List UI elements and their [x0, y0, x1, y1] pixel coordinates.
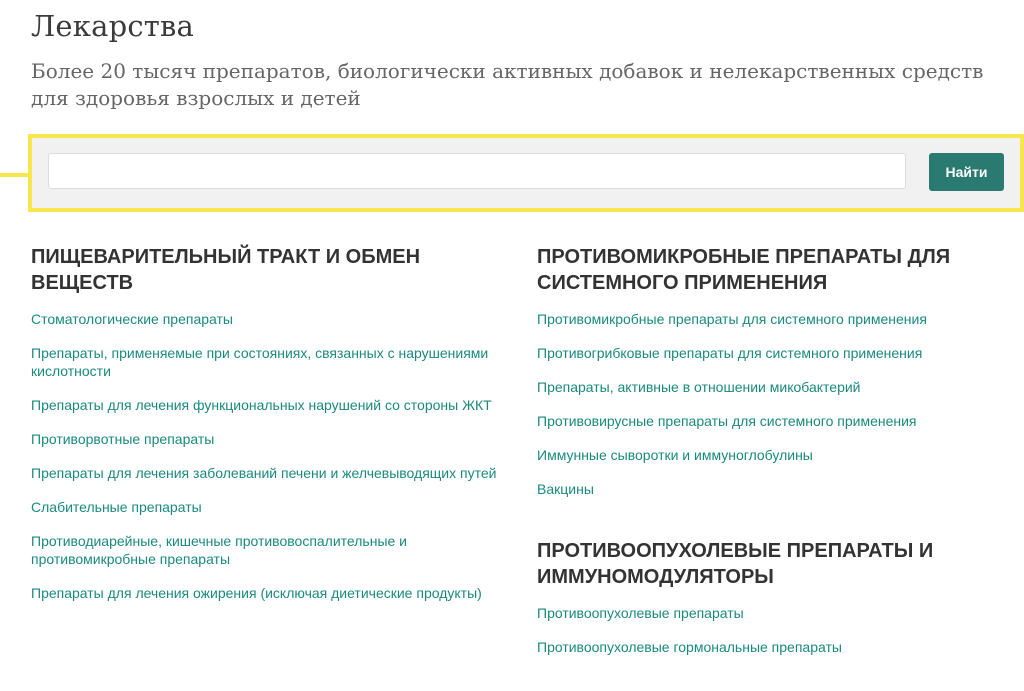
category-link[interactable]: Препараты, активные в отношении микобакт… [537, 379, 861, 395]
page-title: Лекарства [31, 9, 195, 43]
category-link[interactable]: Противоопухолевые гормональные препараты [537, 639, 842, 655]
category-list: Противоопухолевые препараты Противоопухо… [537, 604, 987, 656]
list-item: Препараты для лечения заболеваний печени… [31, 464, 501, 482]
category-link[interactable]: Препараты, применяемые при состояниях, с… [31, 345, 488, 379]
category-block-antimicrobial: ПРОТИВОМИКРОБНЫЕ ПРЕПАРАТЫ ДЛЯ СИСТЕМНОГ… [537, 244, 987, 498]
search-panel: Найти [28, 134, 1024, 212]
category-block-digestive: ПИЩЕВАРИТЕЛЬНЫЙ ТРАКТ И ОБМЕН ВЕЩЕСТВ Ст… [31, 244, 501, 602]
category-link[interactable]: Противодиарейные, кишечные противовоспал… [31, 533, 407, 567]
list-item: Препараты для лечения функциональных нар… [31, 396, 501, 414]
category-link[interactable]: Иммунные сыворотки и иммуноглобулины [537, 447, 813, 463]
category-link[interactable]: Вакцины [537, 481, 594, 497]
list-item: Препараты, применяемые при состояниях, с… [31, 344, 501, 380]
category-list: Стоматологические препараты Препараты, п… [31, 310, 501, 602]
category-list: Противомикробные препараты для системног… [537, 310, 987, 498]
list-item: Иммунные сыворотки и иммуноглобулины [537, 446, 987, 464]
list-item: Противовирусные препараты для системного… [537, 412, 987, 430]
category-link[interactable]: Препараты для лечения заболеваний печени… [31, 465, 496, 481]
category-link[interactable]: Препараты для лечения функциональных нар… [31, 397, 492, 413]
category-block-antineoplastic: ПРОТИВООПУХОЛЕВЫЕ ПРЕПАРАТЫ И ИММУНОМОДУ… [537, 538, 987, 656]
category-title: ПИЩЕВАРИТЕЛЬНЫЙ ТРАКТ И ОБМЕН ВЕЩЕСТВ [31, 246, 421, 294]
list-item: Противоопухолевые препараты [537, 604, 987, 622]
list-item: Противодиарейные, кишечные противовоспал… [31, 532, 501, 568]
list-item: Стоматологические препараты [31, 310, 501, 328]
category-link[interactable]: Противовирусные препараты для системного… [537, 413, 917, 429]
list-item: Противомикробные препараты для системног… [537, 310, 987, 328]
category-link[interactable]: Противомикробные препараты для системног… [537, 311, 927, 327]
list-item: Препараты, активные в отношении микобакт… [537, 378, 987, 396]
category-column-right: ПРОТИВОМИКРОБНЫЕ ПРЕПАРАТЫ ДЛЯ СИСТЕМНОГ… [537, 244, 987, 672]
list-item: Противогрибковые препараты для системног… [537, 344, 987, 362]
category-link[interactable]: Противорвотные препараты [31, 431, 214, 447]
list-item: Вакцины [537, 480, 987, 498]
category-column-left: ПИЩЕВАРИТЕЛЬНЫЙ ТРАКТ И ОБМЕН ВЕЩЕСТВ Ст… [31, 244, 501, 618]
list-item: Противорвотные препараты [31, 430, 501, 448]
page-subtitle: Более 20 тысяч препаратов, биологически … [31, 59, 984, 110]
search-input[interactable] [48, 153, 906, 189]
category-link[interactable]: Противоопухолевые препараты [537, 605, 744, 621]
category-link[interactable]: Слабительные препараты [31, 499, 202, 515]
list-item: Препараты для лечения ожирения (исключая… [31, 584, 501, 602]
list-item: Противоопухолевые гормональные препараты [537, 638, 987, 656]
accent-line [0, 173, 30, 177]
category-link[interactable]: Противогрибковые препараты для системног… [537, 345, 922, 361]
search-button[interactable]: Найти [929, 153, 1004, 191]
category-title: ПРОТИВООПУХОЛЕВЫЕ ПРЕПАРАТЫ И ИММУНОМОДУ… [537, 540, 934, 588]
category-title: ПРОТИВОМИКРОБНЫЕ ПРЕПАРАТЫ ДЛЯ СИСТЕМНОГ… [537, 246, 951, 294]
category-link[interactable]: Стоматологические препараты [31, 311, 233, 327]
list-item: Слабительные препараты [31, 498, 501, 516]
category-link[interactable]: Препараты для лечения ожирения (исключая… [31, 585, 482, 601]
